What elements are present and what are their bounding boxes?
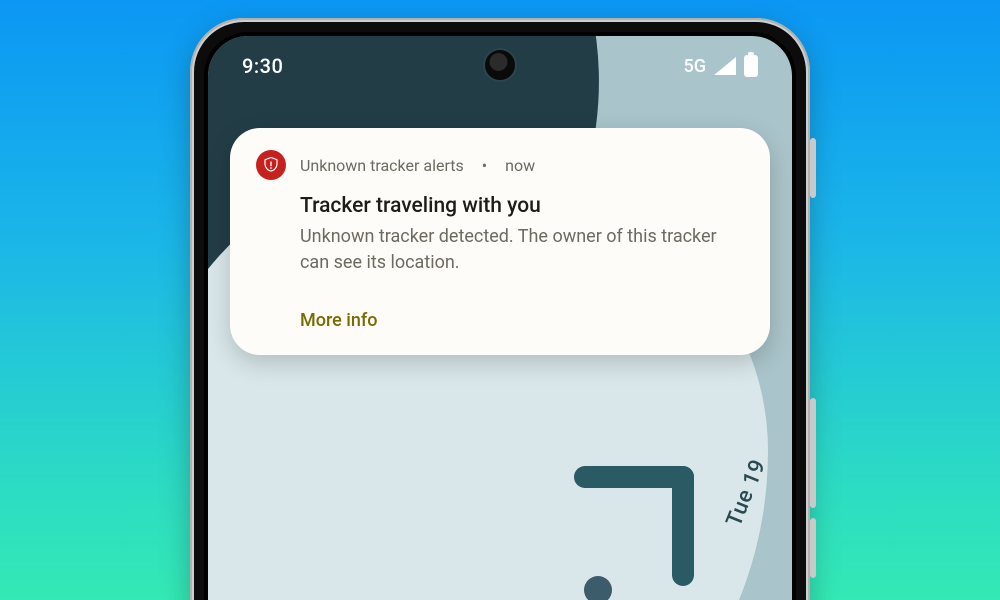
phone-frame: Tue 19 9:30 5G — [190, 18, 810, 600]
more-info-button[interactable]: More info — [300, 310, 377, 331]
network-label: 5G — [684, 56, 707, 77]
phone-side-button — [810, 518, 816, 578]
phone-bezel: Tue 19 9:30 5G — [204, 32, 796, 600]
wallpaper-dot — [584, 576, 612, 600]
notification-body: Unknown tracker detected. The owner of t… — [300, 224, 730, 276]
status-time: 9:30 — [242, 54, 283, 78]
phone-side-button — [810, 398, 816, 508]
notification-card[interactable]: Unknown tracker alerts • now Tracker tra… — [230, 128, 770, 355]
front-camera — [485, 50, 515, 80]
stage: Tue 19 9:30 5G — [0, 0, 1000, 600]
notification-title: Tracker traveling with you — [300, 194, 744, 218]
notification-timestamp: now — [505, 156, 535, 175]
status-right: 5G — [684, 55, 759, 77]
notification-app-name: Unknown tracker alerts — [300, 156, 464, 175]
phone-side-button — [810, 138, 816, 198]
notification-header: Unknown tracker alerts • now — [256, 150, 744, 180]
wallpaper-accent — [574, 466, 694, 586]
shield-alert-icon — [256, 150, 286, 180]
signal-icon — [714, 57, 736, 75]
battery-icon — [744, 55, 758, 77]
phone-screen: Tue 19 9:30 5G — [208, 36, 792, 600]
notification-separator: • — [482, 156, 487, 175]
